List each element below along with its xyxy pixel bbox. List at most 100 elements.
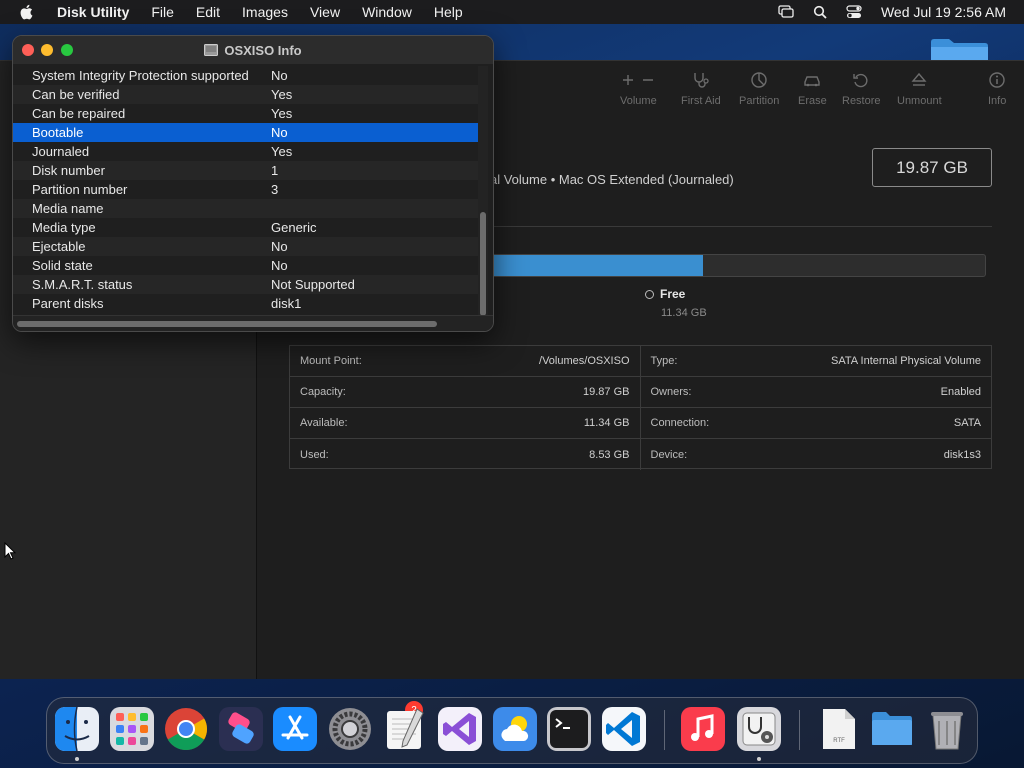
divider	[490, 226, 992, 227]
dock-folder[interactable]	[870, 707, 914, 751]
details-left-column: Mount Point: /Volumes/OSXISO Capacity: 19.…	[290, 346, 641, 470]
info-row[interactable]: Journaled Yes	[13, 142, 479, 161]
dock-visual-studio[interactable]	[438, 707, 482, 751]
volume-button[interactable]: Volume	[620, 71, 657, 107]
info-value: No	[271, 68, 288, 83]
info-key: Partition number	[32, 182, 128, 197]
info-value: No	[271, 239, 288, 254]
detail-key: Available:	[300, 417, 348, 429]
detail-row-owners: Owners: Enabled	[640, 377, 991, 408]
dock-terminal[interactable]	[547, 707, 591, 751]
detail-row-capacity: Capacity: 19.87 GB	[290, 377, 640, 408]
rtf-label: RTF	[833, 738, 845, 744]
info-button[interactable]: Info	[988, 71, 1006, 107]
minimize-button[interactable]	[41, 44, 53, 56]
dock-document[interactable]: RTF	[817, 707, 861, 751]
plus-minus-icon	[623, 75, 654, 85]
info-key: Bootable	[32, 125, 84, 140]
detail-value: /Volumes/OSXISO	[539, 355, 630, 367]
detail-key: Mount Point:	[300, 355, 362, 367]
dock-separator	[799, 710, 800, 750]
dock-textedit[interactable]	[383, 707, 427, 751]
dock-chrome[interactable]	[164, 707, 208, 751]
dock-disk-utility[interactable]	[737, 707, 781, 751]
detail-value: 19.87 GB	[583, 386, 630, 398]
dock-trash[interactable]	[925, 707, 969, 751]
dock-app-store[interactable]	[273, 707, 317, 751]
pie-chart-icon	[751, 72, 767, 88]
info-row[interactable]: Solid state No	[13, 256, 479, 275]
info-value: 1	[271, 163, 279, 178]
info-value: Not Supported	[271, 277, 355, 292]
menu-images[interactable]: Images	[231, 0, 299, 24]
menu-clock[interactable]: Wed Jul 19 2:56 AM	[881, 4, 1006, 20]
chrome-icon	[165, 708, 208, 751]
capacity-display: 19.87 GB	[872, 148, 992, 187]
info-row[interactable]: S.M.A.R.T. status Not Supported	[13, 275, 479, 294]
vertical-scrollbar[interactable]	[478, 66, 488, 316]
info-value: Yes	[271, 106, 293, 121]
control-center-icon[interactable]	[845, 4, 863, 20]
info-row-selected[interactable]: Bootable No	[13, 123, 479, 142]
dock-music[interactable]	[681, 707, 725, 751]
vertical-scroll-thumb[interactable]	[480, 212, 486, 316]
horizontal-scroll-thumb[interactable]	[17, 321, 437, 327]
info-row[interactable]: Media name	[13, 199, 479, 218]
dock-system-settings[interactable]	[328, 707, 372, 751]
info-row[interactable]: Media type Generic	[13, 218, 479, 237]
rtf-document-icon	[823, 709, 855, 749]
dock-finder[interactable]	[55, 707, 99, 751]
terminal-icon	[547, 707, 591, 751]
menu-help[interactable]: Help	[423, 0, 474, 24]
info-row[interactable]: Disk number 1	[13, 161, 479, 180]
menu-app-name[interactable]: Disk Utility	[51, 0, 140, 24]
info-key: Can be verified	[32, 87, 120, 102]
dock-shortcuts[interactable]	[219, 707, 263, 751]
finder-running-indicator	[75, 757, 79, 761]
info-key: Ejectable	[32, 239, 86, 254]
info-window-titlebar[interactable]: OSXISO Info	[13, 36, 493, 64]
detail-row-used: Used: 8.53 GB	[290, 439, 640, 470]
details-right-column: Type: SATA Internal Physical Volume Owner…	[640, 346, 991, 470]
info-value: Generic	[271, 220, 317, 235]
first-aid-button[interactable]: First Aid	[681, 71, 721, 107]
info-row[interactable]: Ejectable No	[13, 237, 479, 256]
info-key: Solid state	[32, 258, 93, 273]
close-button[interactable]	[22, 44, 34, 56]
dock-launchpad[interactable]	[110, 707, 154, 751]
disk-utility-icon	[737, 707, 781, 751]
detail-row-available: Available: 11.34 GB	[290, 408, 640, 439]
info-row[interactable]: Can be verified Yes	[13, 85, 479, 104]
detail-value: Enabled	[940, 386, 981, 398]
menu-file[interactable]: File	[140, 0, 185, 24]
dock-weather[interactable]	[493, 707, 537, 751]
apple-logo-icon[interactable]	[17, 2, 37, 22]
detail-key: Type:	[650, 355, 678, 367]
launchpad-icon	[110, 707, 154, 751]
trash-icon	[931, 712, 963, 750]
screen-mirroring-icon[interactable]	[777, 4, 795, 20]
zoom-button[interactable]	[61, 44, 73, 56]
dock-vscode[interactable]	[602, 707, 646, 751]
vscode-icon	[602, 707, 646, 751]
info-row[interactable]: Parent disks disk1	[13, 294, 479, 313]
menu-view[interactable]: View	[299, 0, 351, 24]
menu-edit[interactable]: Edit	[185, 0, 231, 24]
partition-button[interactable]: Partition	[739, 71, 779, 107]
unmount-button[interactable]: Unmount	[897, 71, 942, 107]
detail-key: Used:	[300, 448, 329, 461]
info-circle-icon	[989, 72, 1005, 88]
info-value: disk1	[271, 296, 302, 311]
spotlight-search-icon[interactable]	[811, 4, 829, 20]
detail-value: SATA	[953, 417, 981, 429]
info-row[interactable]: Can be repaired Yes	[13, 104, 479, 123]
menu-window[interactable]: Window	[351, 0, 423, 24]
stethoscope-icon	[694, 73, 709, 88]
detail-value: 8.53 GB	[589, 448, 630, 461]
restore-button[interactable]: Restore	[842, 71, 881, 107]
info-row[interactable]: Partition number 3	[13, 180, 479, 199]
erase-button[interactable]: Erase	[798, 71, 827, 107]
usage-bar-used-fill	[491, 255, 704, 276]
info-row[interactable]: System Integrity Protection supported No	[13, 66, 479, 85]
horizontal-scrollbar[interactable]	[13, 315, 493, 331]
